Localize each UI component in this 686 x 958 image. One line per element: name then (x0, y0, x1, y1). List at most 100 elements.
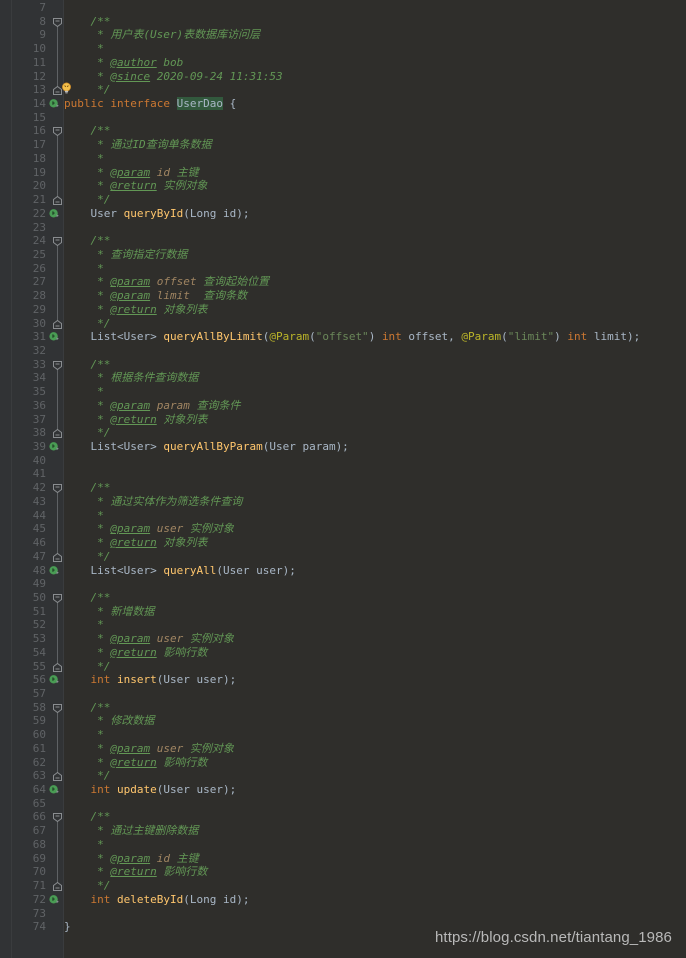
interface-implementation-icon[interactable] (49, 208, 60, 219)
code-line[interactable]: /** (64, 481, 686, 495)
fold-collapse-icon[interactable] (52, 483, 63, 494)
code-line[interactable]: * @param user 实例对象 (64, 522, 686, 536)
code-token: 主键 (176, 851, 199, 865)
code-line[interactable]: * (64, 618, 686, 632)
code-line[interactable]: /** (64, 15, 686, 29)
code-line[interactable] (64, 687, 686, 701)
fold-end-icon[interactable] (52, 428, 63, 439)
interface-implementation-icon[interactable] (49, 784, 60, 795)
interface-implementation-icon[interactable] (49, 331, 60, 342)
code-line[interactable]: List<User> queryAllByLimit(@Param("offse… (64, 330, 686, 344)
code-token: /** (90, 14, 111, 28)
code-line[interactable] (64, 111, 686, 125)
code-token: @since (110, 69, 151, 83)
fold-collapse-icon[interactable] (52, 593, 63, 604)
code-line[interactable]: */ (64, 550, 686, 564)
interface-implementation-icon[interactable] (49, 565, 60, 576)
fold-collapse-icon[interactable] (52, 360, 63, 371)
code-line[interactable]: * (64, 385, 686, 399)
code-line[interactable]: * 修改数据 (64, 714, 686, 728)
code-line[interactable]: User queryById(Long id); (64, 207, 686, 221)
code-line[interactable]: /** (64, 810, 686, 824)
fold-collapse-icon[interactable] (52, 17, 63, 28)
fold-end-icon[interactable] (52, 662, 63, 673)
code-line[interactable]: * @return 实例对象 (64, 179, 686, 193)
fold-collapse-icon[interactable] (52, 812, 63, 823)
code-line[interactable]: /** (64, 358, 686, 372)
code-line[interactable]: /** (64, 591, 686, 605)
code-line[interactable]: public interface UserDao { (64, 97, 686, 111)
code-line[interactable] (64, 797, 686, 811)
fold-end-icon[interactable] (52, 881, 63, 892)
interface-implementation-icon[interactable] (49, 674, 60, 685)
code-line[interactable]: * 通过实体作为筛选条件查询 (64, 495, 686, 509)
code-line[interactable]: * (64, 728, 686, 742)
line-number: 33 (32, 357, 46, 371)
fold-end-icon[interactable] (52, 771, 63, 782)
code-line[interactable]: * 用户表(User)表数据库访问层 (64, 28, 686, 42)
code-line[interactable]: * @return 影响行数 (64, 646, 686, 660)
code-line[interactable]: * @return 对象列表 (64, 536, 686, 550)
fold-end-icon[interactable] (52, 195, 63, 206)
interface-implementation-icon[interactable] (49, 441, 60, 452)
fold-collapse-icon[interactable] (52, 236, 63, 247)
code-line[interactable]: * @param id 主键 (64, 852, 686, 866)
code-line[interactable]: int deleteById(Long id); (64, 893, 686, 907)
code-line[interactable]: /** (64, 234, 686, 248)
code-line[interactable]: * @return 对象列表 (64, 303, 686, 317)
fold-collapse-icon[interactable] (52, 703, 63, 714)
code-line[interactable]: */ (64, 317, 686, 331)
line-number: 16 (32, 124, 46, 138)
interface-implementation-icon[interactable] (49, 98, 60, 109)
fold-end-icon[interactable] (52, 319, 63, 330)
code-line[interactable]: * @param offset 查询起始位置 (64, 275, 686, 289)
code-line[interactable]: * 通过ID查询单条数据 (64, 138, 686, 152)
code-line[interactable]: * @return 影响行数 (64, 865, 686, 879)
code-line[interactable]: int update(User user); (64, 783, 686, 797)
code-line[interactable]: */ (64, 769, 686, 783)
code-line[interactable] (64, 221, 686, 235)
line-number: 35 (32, 385, 46, 399)
code-token: Long (189, 892, 217, 906)
code-line[interactable]: */ (64, 660, 686, 674)
code-token: param (150, 398, 197, 412)
fold-end-icon[interactable] (52, 552, 63, 563)
code-line[interactable]: * @author bob (64, 56, 686, 70)
fold-collapse-icon[interactable] (52, 126, 63, 137)
code-line[interactable]: * 新增数据 (64, 605, 686, 619)
code-line[interactable]: */ (64, 193, 686, 207)
code-line[interactable] (64, 467, 686, 481)
interface-implementation-icon[interactable] (49, 894, 60, 905)
code-line[interactable]: List<User> queryAll(User user); (64, 564, 686, 578)
line-number: 72 (32, 892, 46, 906)
code-line[interactable]: */ (64, 83, 686, 97)
code-line[interactable]: * 通过主键删除数据 (64, 824, 686, 838)
code-line[interactable]: * @param limit 查询条数 (64, 289, 686, 303)
code-line[interactable]: * (64, 262, 686, 276)
code-line[interactable]: * @param param 查询条件 (64, 399, 686, 413)
code-line[interactable]: * 根据条件查询数据 (64, 371, 686, 385)
code-line[interactable] (64, 454, 686, 468)
code-line[interactable]: int insert(User user); (64, 673, 686, 687)
code-line[interactable]: * @param user 实例对象 (64, 742, 686, 756)
code-line[interactable]: */ (64, 426, 686, 440)
code-line[interactable]: /** (64, 124, 686, 138)
code-line[interactable]: * @param user 实例对象 (64, 632, 686, 646)
code-line[interactable] (64, 344, 686, 358)
code-line[interactable]: List<User> queryAllByParam(User param); (64, 440, 686, 454)
code-line[interactable]: * @return 对象列表 (64, 413, 686, 427)
code-line[interactable]: * @since 2020-09-24 11:31:53 (64, 70, 686, 84)
code-line[interactable]: * (64, 838, 686, 852)
code-line[interactable]: * @param id 主键 (64, 166, 686, 180)
code-line[interactable] (64, 577, 686, 591)
code-line[interactable]: * (64, 42, 686, 56)
code-line[interactable]: /** (64, 701, 686, 715)
code-line[interactable] (64, 907, 686, 921)
code-line[interactable]: * (64, 152, 686, 166)
code-line[interactable]: */ (64, 879, 686, 893)
code-token: /** (64, 357, 111, 371)
code-line[interactable] (64, 1, 686, 15)
code-line[interactable]: * @return 影响行数 (64, 756, 686, 770)
code-line[interactable]: * 查询指定行数据 (64, 248, 686, 262)
code-line[interactable]: * (64, 509, 686, 523)
